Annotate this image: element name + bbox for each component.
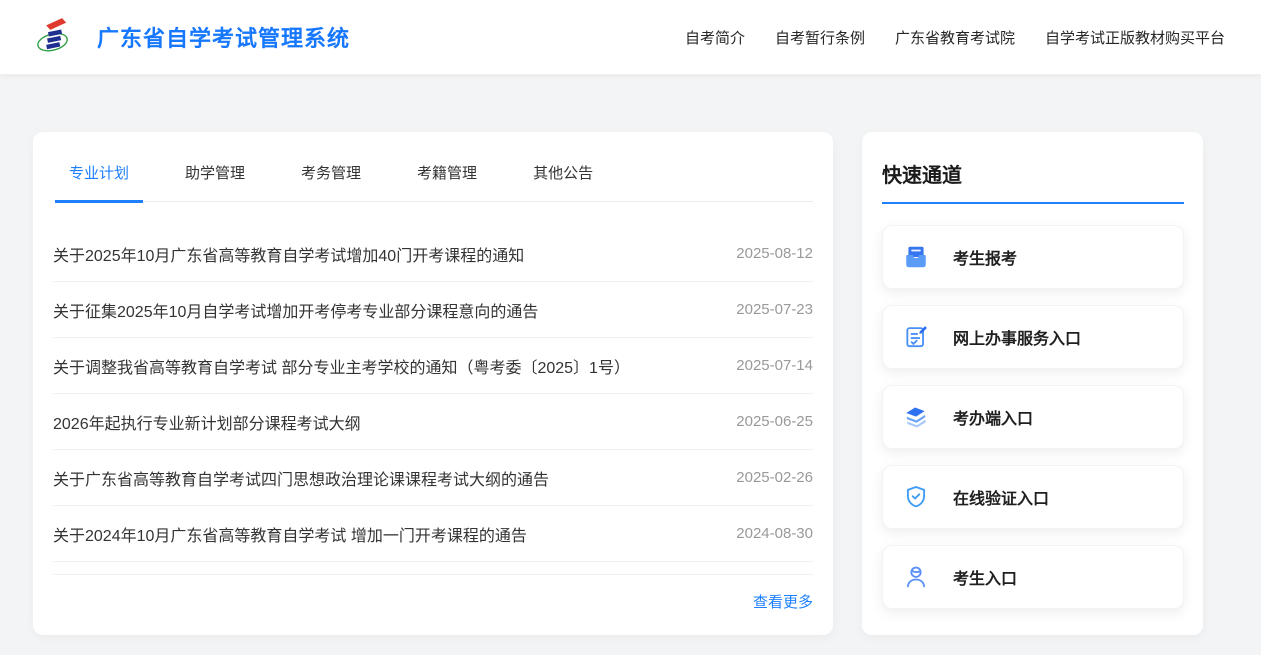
quick-link-label: 在线验证入口: [953, 491, 1050, 508]
announcements-panel: 专业计划 助学管理 考务管理 考籍管理 其他公告 关于2025年10月广东省高等…: [33, 132, 833, 635]
announcement-title: 关于2025年10月广东省高等教育自学考试增加40门开考课程的通知: [53, 247, 525, 265]
list-footer: 查看更多: [53, 575, 813, 612]
quick-link-online-verification[interactable]: 在线验证入口: [882, 465, 1184, 529]
quick-link-exam-office-portal[interactable]: 考办端入口: [882, 385, 1184, 449]
layers-icon: [903, 404, 929, 430]
announcement-row[interactable]: 关于征集2025年10月自学考试增加开考停考专业部分课程意向的通告 2025-0…: [53, 282, 813, 338]
announcement-row[interactable]: 关于2025年10月广东省高等教育自学考试增加40门开考课程的通知 2025-0…: [53, 226, 813, 282]
announcement-date: 2025-08-12: [736, 245, 813, 262]
announcement-title: 关于征集2025年10月自学考试增加开考停考专业部分课程意向的通告: [53, 303, 539, 321]
nav-link-textbook-platform[interactable]: 自学考试正版教材购买平台: [1045, 27, 1225, 48]
tab-study-support[interactable]: 助学管理: [171, 162, 259, 203]
quick-links: 考生报考 网上办事服务入口 考办端入口 在线验证入口 考生入口: [882, 225, 1184, 609]
quick-link-label: 考办端入口: [953, 411, 1034, 428]
announcement-row[interactable]: 2026年起执行专业新计划部分课程考试大纲 2025-06-25: [53, 394, 813, 450]
top-nav: 自考简介 自考暂行条例 广东省教育考试院 自学考试正版教材购买平台: [685, 27, 1225, 48]
inbox-icon: [903, 244, 929, 270]
nav-link-provisional-rules[interactable]: 自考暂行条例: [775, 27, 865, 48]
announcement-list: 关于2025年10月广东省高等教育自学考试增加40门开考课程的通知 2025-0…: [53, 202, 813, 562]
announcement-row[interactable]: 关于调整我省高等教育自学考试 部分专业主考学校的通知（粤考委〔2025〕1号） …: [53, 338, 813, 394]
edit-document-icon: [903, 324, 929, 350]
announcement-date: 2025-07-23: [736, 301, 813, 318]
gdzk-logo-icon: [33, 14, 73, 60]
nav-link-gd-exam-institute[interactable]: 广东省教育考试院: [895, 27, 1015, 48]
view-more-link[interactable]: 查看更多: [753, 591, 813, 612]
quick-link-candidate-portal[interactable]: 考生入口: [882, 545, 1184, 609]
page-body: 专业计划 助学管理 考务管理 考籍管理 其他公告 关于2025年10月广东省高等…: [0, 75, 1261, 635]
site-title: 广东省自学考试管理系统: [97, 26, 351, 51]
tab-major-plans[interactable]: 专业计划: [55, 162, 144, 203]
quick-link-online-services[interactable]: 网上办事服务入口: [882, 305, 1184, 369]
announcement-title: 关于调整我省高等教育自学考试 部分专业主考学校的通知（粤考委〔2025〕1号）: [53, 359, 630, 377]
tab-exam-records[interactable]: 考籍管理: [403, 162, 491, 203]
announcement-date: 2025-02-26: [736, 469, 813, 486]
quick-link-label: 考生报考: [953, 251, 1018, 268]
announcement-title: 关于2024年10月广东省高等教育自学考试 增加一门开考课程的通告: [53, 527, 527, 545]
tab-other-notices[interactable]: 其他公告: [519, 162, 607, 203]
quick-link-label: 考生入口: [953, 571, 1018, 588]
accent-divider: [882, 202, 1184, 204]
app-header: 广东省自学考试管理系统 自考简介 自考暂行条例 广东省教育考试院 自学考试正版教…: [0, 0, 1261, 75]
user-icon: [903, 564, 929, 590]
list-divider: [53, 562, 813, 575]
announcement-title: 关于广东省高等教育自学考试四门思想政治理论课课程考试大纲的通告: [53, 471, 550, 489]
quick-access-title: 快速通道: [882, 165, 962, 187]
announcement-date: 2025-06-25: [736, 413, 813, 430]
announcement-date: 2025-07-14: [736, 357, 813, 374]
announcement-row[interactable]: 关于广东省高等教育自学考试四门思想政治理论课课程考试大纲的通告 2025-02-…: [53, 450, 813, 506]
tab-exam-affairs[interactable]: 考务管理: [287, 162, 375, 203]
announcement-title: 2026年起执行专业新计划部分课程考试大纲: [53, 415, 361, 433]
quick-access-panel: 快速通道 考生报考 网上办事服务入口 考办端入口 在线验证入口 考生入口: [862, 132, 1203, 635]
quick-link-candidate-registration[interactable]: 考生报考: [882, 225, 1184, 289]
shield-check-icon: [903, 484, 929, 510]
announcement-row[interactable]: 关于2024年10月广东省高等教育自学考试 增加一门开考课程的通告 2024-0…: [53, 506, 813, 562]
nav-link-zikao-intro[interactable]: 自考简介: [685, 27, 745, 48]
quick-link-label: 网上办事服务入口: [953, 331, 1082, 348]
announcement-date: 2024-08-30: [736, 525, 813, 542]
tab-bar: 专业计划 助学管理 考务管理 考籍管理 其他公告: [55, 132, 813, 203]
